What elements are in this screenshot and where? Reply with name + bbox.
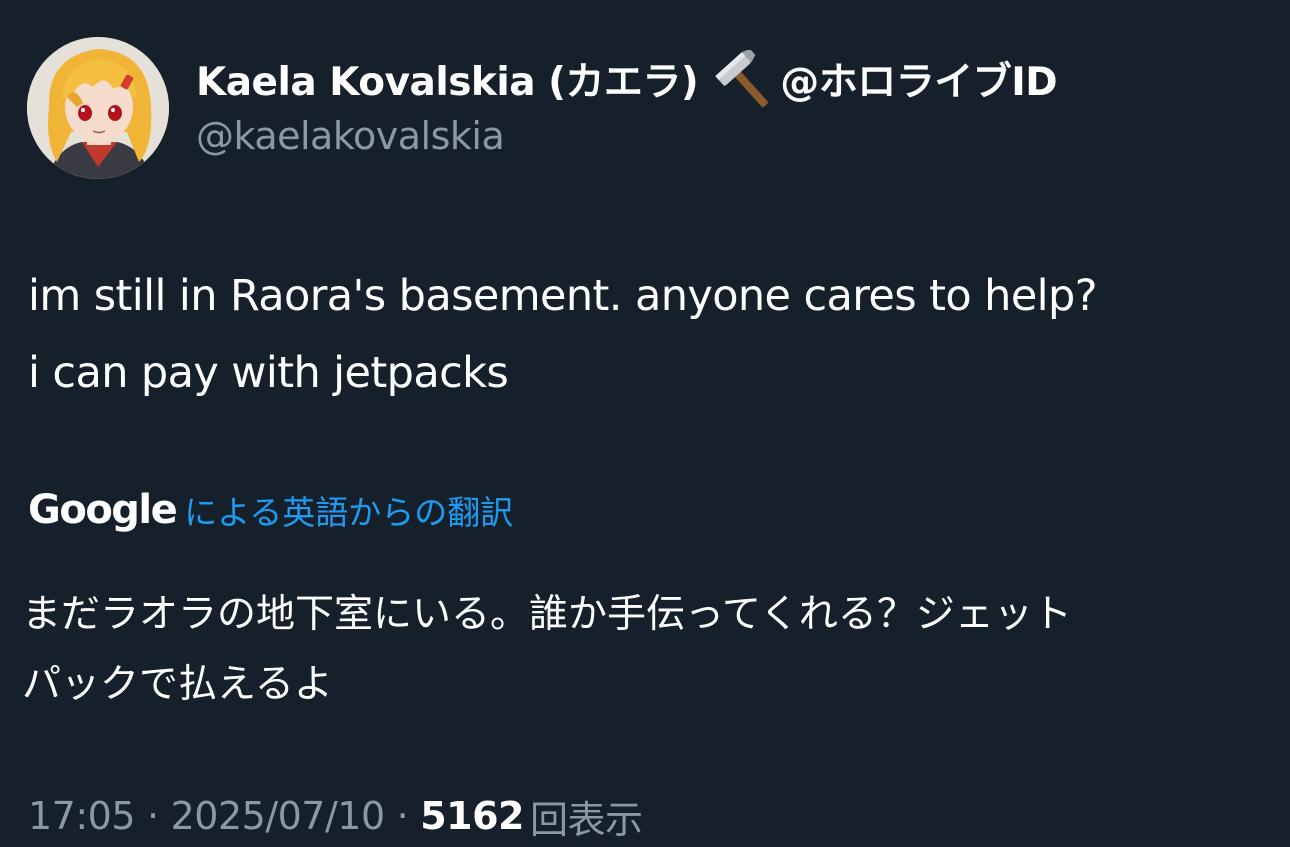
translation-label-link[interactable]: による英語からの翻訳 bbox=[184, 486, 513, 534]
translated-text-line: パックで払えるよ bbox=[22, 662, 333, 707]
tweet-text-line: i can pay with jetpacks bbox=[28, 348, 509, 398]
views-count[interactable]: 5162 bbox=[420, 794, 524, 838]
hammer-icon bbox=[712, 48, 774, 108]
display-name-affiliation: @ホロライブID bbox=[780, 60, 1058, 105]
translated-text: まだラオラの地下室にいる。誰か手伝ってくれる？ジェット パックで払えるよ bbox=[22, 580, 1272, 720]
views-label[interactable]: 回表示 bbox=[530, 789, 643, 844]
display-name-text: Kaela Kovalskia (カエラ) bbox=[196, 60, 699, 105]
meta-separator: · bbox=[147, 794, 159, 838]
meta-separator: · bbox=[396, 794, 409, 838]
author-handle[interactable]: @kaelakovalskia bbox=[196, 114, 505, 158]
tweet-text: im still in Raora's basement. anyone car… bbox=[28, 258, 1268, 412]
author-avatar[interactable] bbox=[27, 37, 169, 179]
tweet-text-line: im still in Raora's basement. anyone car… bbox=[28, 271, 1098, 321]
tweet-time[interactable]: 17:05 bbox=[28, 794, 136, 838]
google-logo: Google bbox=[28, 487, 178, 533]
author-display-name[interactable]: Kaela Kovalskia (カエラ) @ホロライブID bbox=[196, 48, 1058, 108]
tweet-date[interactable]: 2025/07/10 bbox=[171, 794, 386, 838]
tweet-meta: 17:05 · 2025/07/10 · 5162 回表示 bbox=[28, 788, 643, 844]
translation-header[interactable]: Google による英語からの翻訳 bbox=[28, 482, 513, 538]
translated-text-line: まだラオラの地下室にいる。誰か手伝ってくれる？ジェット bbox=[22, 592, 1072, 637]
